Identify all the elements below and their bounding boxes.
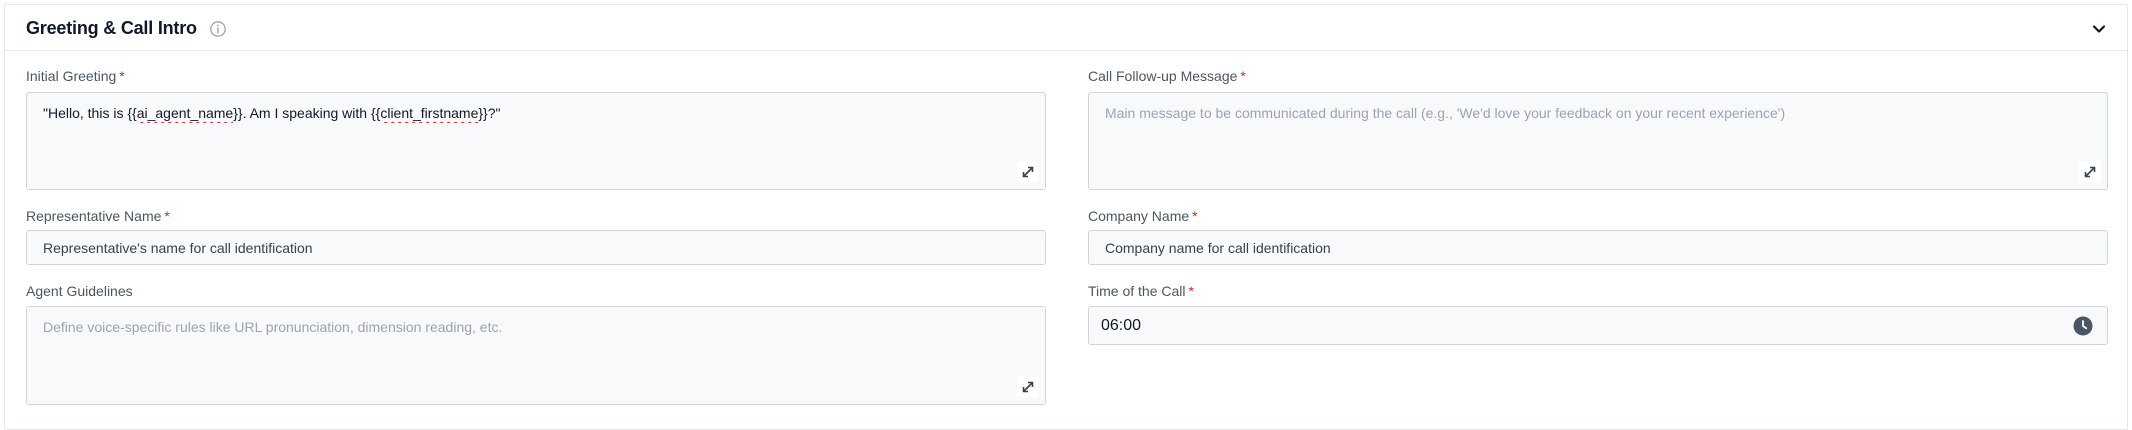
initial-greeting-textarea[interactable]: "Hello, this is {{ai_agent_name}}. Am I … — [26, 92, 1046, 190]
call-followup-placeholder: Main message to be communicated during t… — [1105, 105, 1786, 121]
greeting-text-middle: }}. Am I speaking with {{ — [233, 105, 381, 121]
required-asterisk: * — [119, 68, 125, 84]
company-name-label: Company Name * — [1088, 208, 1198, 224]
agent-guidelines-label: Agent Guidelines — [26, 283, 133, 299]
agent-guidelines-placeholder: Define voice-specific rules like URL pro… — [43, 319, 503, 335]
greeting-call-intro-panel: Greeting & Call Intro Initial Greeting * … — [4, 4, 2128, 430]
expand-icon[interactable] — [1017, 376, 1039, 398]
chevron-down-icon[interactable] — [2089, 19, 2109, 39]
representative-name-placeholder: Representative's name for call identific… — [43, 239, 313, 256]
time-of-call-input[interactable]: 06:00 — [1088, 306, 2108, 345]
info-circle-icon[interactable] — [209, 20, 227, 38]
required-asterisk: * — [164, 208, 170, 224]
required-asterisk: * — [1240, 68, 1246, 84]
expand-icon[interactable] — [1017, 161, 1039, 183]
agent-guidelines-label-text: Agent Guidelines — [26, 283, 133, 299]
section-title: Greeting & Call Intro — [26, 18, 197, 38]
time-of-call-label-text: Time of the Call — [1088, 283, 1186, 299]
company-name-label-text: Company Name — [1088, 208, 1190, 224]
representative-name-label: Representative Name * — [26, 208, 170, 224]
representative-name-label-text: Representative Name — [26, 208, 162, 224]
greeting-text-prefix: "Hello, this is {{ — [43, 105, 137, 121]
time-of-call-value: 06:00 — [1101, 316, 1142, 334]
required-asterisk: * — [1188, 283, 1194, 299]
greeting-text-suffix: }}?" — [478, 105, 501, 121]
representative-name-input[interactable]: Representative's name for call identific… — [26, 230, 1046, 265]
clock-icon[interactable] — [2073, 316, 2093, 336]
panel-header[interactable]: Greeting & Call Intro — [5, 5, 2127, 51]
time-of-call-label: Time of the Call * — [1088, 283, 1194, 299]
call-followup-label: Call Follow-up Message * — [1088, 68, 1246, 84]
call-followup-textarea[interactable]: Main message to be communicated during t… — [1088, 92, 2108, 190]
greeting-variable-agent-name: ai_agent_name — [136, 105, 234, 121]
initial-greeting-value: "Hello, this is {{ai_agent_name}}. Am I … — [43, 103, 1005, 123]
company-name-input[interactable]: Company name for call identification — [1088, 230, 2108, 265]
expand-icon[interactable] — [2079, 161, 2101, 183]
required-asterisk: * — [1192, 208, 1198, 224]
company-name-placeholder: Company name for call identification — [1105, 239, 1331, 256]
initial-greeting-label-text: Initial Greeting — [26, 68, 117, 84]
greeting-variable-client-firstname: client_firstname — [380, 105, 479, 121]
call-followup-label-text: Call Follow-up Message — [1088, 68, 1238, 84]
initial-greeting-label: Initial Greeting * — [26, 68, 125, 84]
agent-guidelines-textarea[interactable]: Define voice-specific rules like URL pro… — [26, 306, 1046, 405]
